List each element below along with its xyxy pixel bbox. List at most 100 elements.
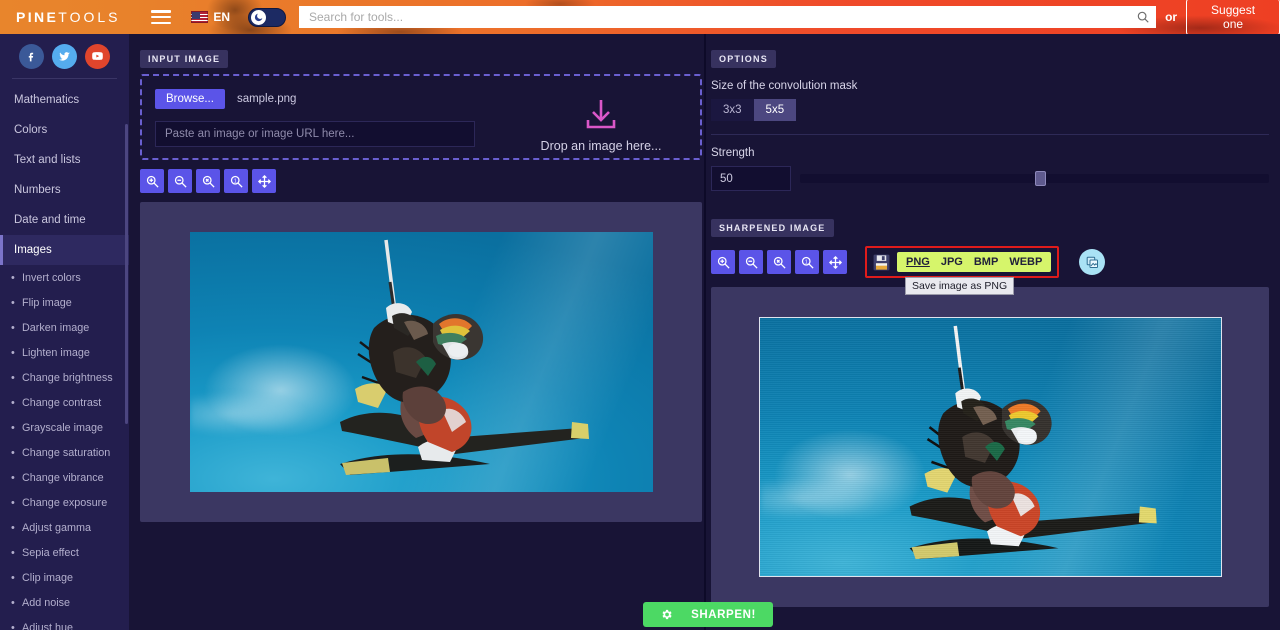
options-title: OPTIONS xyxy=(711,50,776,68)
social-links xyxy=(0,34,129,78)
format-jpg[interactable]: JPG xyxy=(941,256,963,268)
us-flag-icon xyxy=(191,11,209,23)
browse-row: Browse... sample.png xyxy=(155,89,296,109)
sidebar-tool-adjust-hue[interactable]: Adjust hue xyxy=(0,615,129,630)
moon-icon xyxy=(251,9,266,25)
panel-divider xyxy=(704,34,706,630)
copy-images-icon[interactable] xyxy=(1079,249,1106,275)
move-icon[interactable] xyxy=(252,169,276,193)
input-image-preview xyxy=(189,232,653,492)
top-header: PINETOOLS EN or Suggest one xyxy=(0,0,1280,34)
sharpened-image-title: SHARPENED IMAGE xyxy=(711,219,834,237)
sidebar-item-mathematics[interactable]: Mathematics xyxy=(0,85,129,115)
format-bmp[interactable]: BMP xyxy=(974,256,998,268)
move-icon[interactable] xyxy=(823,250,847,274)
sidebar-tool-sepia-effect[interactable]: Sepia effect xyxy=(0,540,129,565)
dropzone[interactable]: Browse... sample.png Drop an image here.… xyxy=(140,74,702,160)
download-arrow-icon xyxy=(586,100,616,129)
mask-size-selector: 3x3 5x5 xyxy=(711,99,1269,121)
input-zoom-toolbar: 1 xyxy=(140,169,702,193)
sidebar: Mathematics Colors Text and lists Number… xyxy=(0,34,129,630)
sidebar-tool-adjust-gamma[interactable]: Adjust gamma xyxy=(0,515,129,540)
zoom-out-icon[interactable] xyxy=(168,169,192,193)
main-content: INPUT IMAGE Browse... sample.png Drop an… xyxy=(129,34,1280,630)
sidebar-tool-change-saturation[interactable]: Change saturation xyxy=(0,440,129,465)
strength-input[interactable] xyxy=(711,166,791,191)
mask-size-label: Size of the convolution mask xyxy=(711,80,858,92)
facebook-icon[interactable] xyxy=(19,44,44,69)
or-label: or xyxy=(1165,10,1178,24)
site-logo[interactable]: PINETOOLS xyxy=(16,9,137,25)
save-tooltip: Save image as PNG xyxy=(905,277,1015,295)
drop-text: Drop an image here... xyxy=(540,139,662,153)
zoom-out-icon[interactable] xyxy=(739,250,763,274)
sidebar-tool-lighten-image[interactable]: Lighten image xyxy=(0,340,129,365)
sidebar-tool-add-noise[interactable]: Add noise xyxy=(0,590,129,615)
zoom-fit-icon[interactable] xyxy=(196,169,220,193)
sidebar-tool-change-exposure[interactable]: Change exposure xyxy=(0,490,129,515)
paste-url-input[interactable] xyxy=(155,121,475,147)
zoom-actual-icon[interactable]: 1 xyxy=(795,250,819,274)
input-image-panel: INPUT IMAGE Browse... sample.png Drop an… xyxy=(140,49,702,522)
format-options: PNG JPG BMP WEBP xyxy=(897,252,1052,272)
sharpen-button-label: SHARPEN! xyxy=(691,608,756,621)
zoom-in-icon[interactable] xyxy=(140,169,164,193)
output-image-canvas[interactable] xyxy=(711,287,1269,607)
sidebar-tool-flip-image[interactable]: Flip image xyxy=(0,290,129,315)
sidebar-tool-change-vibrance[interactable]: Change vibrance xyxy=(0,465,129,490)
sidebar-tool-invert-colors[interactable]: Invert colors xyxy=(0,265,129,290)
format-webp[interactable]: WEBP xyxy=(1009,256,1042,268)
search-bar xyxy=(299,6,1157,28)
hamburger-icon[interactable] xyxy=(151,10,172,24)
zoom-in-icon[interactable] xyxy=(711,250,735,274)
sidebar-item-images[interactable]: Images xyxy=(0,235,129,265)
sidebar-item-colors[interactable]: Colors xyxy=(0,115,129,145)
input-image-title: INPUT IMAGE xyxy=(140,50,229,68)
language-selector[interactable]: EN xyxy=(191,10,230,24)
save-format-highlight: PNG JPG BMP WEBP Save image as PNG xyxy=(865,246,1060,295)
sidebar-item-numbers[interactable]: Numbers xyxy=(0,175,129,205)
sidebar-divider xyxy=(12,78,117,79)
search-button[interactable] xyxy=(1130,6,1157,28)
zoom-fit-icon[interactable] xyxy=(767,250,791,274)
output-toolbar: 1 PNG JPG BMP WEBP Save image as PNG xyxy=(711,246,1269,295)
sidebar-tool-change-brightness[interactable]: Change brightness xyxy=(0,365,129,390)
twitter-icon[interactable] xyxy=(52,44,77,69)
skier-illustration xyxy=(339,239,589,475)
sharpened-image-preview xyxy=(758,317,1222,577)
sidebar-tool-change-contrast[interactable]: Change contrast xyxy=(0,390,129,415)
search-input[interactable] xyxy=(299,6,1131,28)
browse-button[interactable]: Browse... xyxy=(155,89,225,109)
drop-label: Drop an image here... xyxy=(502,98,700,155)
page-root: PINETOOLS EN or Suggest one xyxy=(0,0,1280,630)
sharpen-button[interactable]: SHARPEN! xyxy=(643,602,773,627)
youtube-icon[interactable] xyxy=(85,44,110,69)
sidebar-item-text-and-lists[interactable]: Text and lists xyxy=(0,145,129,175)
options-divider xyxy=(711,134,1269,135)
dark-mode-toggle[interactable] xyxy=(248,7,286,27)
logo-thin: TOOLS xyxy=(58,9,121,25)
sidebar-tool-darken-image[interactable]: Darken image xyxy=(0,315,129,340)
svg-text:1: 1 xyxy=(233,178,236,184)
gear-icon xyxy=(662,609,672,620)
sidebar-tool-clip-image[interactable]: Clip image xyxy=(0,565,129,590)
sidebar-scrollbar[interactable] xyxy=(125,124,128,424)
floppy-disk-icon[interactable] xyxy=(872,253,891,272)
sidebar-item-date-and-time[interactable]: Date and time xyxy=(0,205,129,235)
sidebar-tool-grayscale-image[interactable]: Grayscale image xyxy=(0,415,129,440)
search-icon xyxy=(1137,11,1149,23)
mask-option-3x3[interactable]: 3x3 xyxy=(711,99,754,121)
strength-slider-handle[interactable] xyxy=(1034,171,1046,186)
mask-option-5x5[interactable]: 5x5 xyxy=(753,99,797,121)
format-png[interactable]: PNG xyxy=(906,256,930,268)
strength-slider[interactable] xyxy=(800,171,1269,186)
language-label: EN xyxy=(213,10,230,24)
strength-row xyxy=(711,166,1269,191)
input-image-canvas[interactable] xyxy=(140,202,702,522)
selected-file-name: sample.png xyxy=(236,93,297,105)
suggest-one-button[interactable]: Suggest one xyxy=(1186,0,1280,34)
logo-bold: PINE xyxy=(16,9,59,25)
options-and-output-panel: OPTIONS Size of the convolution mask 3x3… xyxy=(711,49,1269,607)
zoom-actual-icon[interactable]: 1 xyxy=(224,169,248,193)
strength-label: Strength xyxy=(711,147,755,159)
